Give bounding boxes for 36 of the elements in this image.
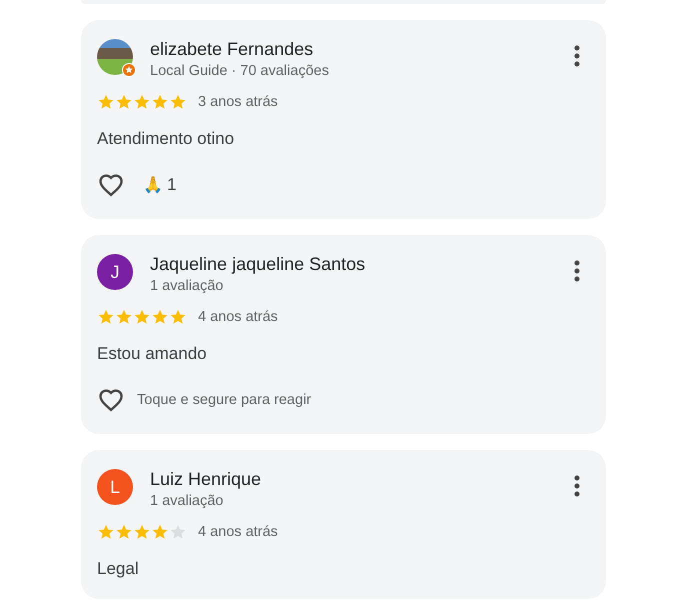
- star-icon: [169, 93, 187, 111]
- star-icon: [115, 308, 133, 326]
- review-time: 3 anos atrás: [198, 94, 278, 110]
- reviewer-meta: 1 avaliação: [150, 277, 224, 296]
- star-icon: [97, 523, 115, 541]
- reaction-count: 1: [167, 175, 176, 195]
- star-icon: [151, 93, 169, 111]
- review-text: Estou amando: [97, 344, 208, 364]
- reviewer-name[interactable]: elizabete Fernandes: [150, 37, 574, 61]
- review-time: 4 anos atrás: [198, 524, 278, 540]
- reaction-emoji: 🙏: [143, 175, 163, 195]
- star-icon: [97, 93, 115, 111]
- reaction-hint: Toque e segure para reagir: [137, 392, 312, 408]
- reviewer-name[interactable]: Luiz Henrique: [150, 467, 574, 491]
- star-icon: [115, 523, 133, 541]
- reviewer-meta: Local Guide · 70 avaliações: [150, 62, 330, 81]
- reviewer-meta: 1 avaliação: [150, 492, 224, 511]
- star-icon: [115, 93, 133, 111]
- avatar-photo-placeholder: [97, 39, 133, 75]
- star-icon: [133, 93, 151, 111]
- star-icon: [133, 523, 151, 541]
- star-icon: [133, 308, 151, 326]
- reviewer-name[interactable]: Jaqueline jaqueline Santos: [150, 252, 574, 276]
- avatar-letter: L: [97, 469, 133, 505]
- review-text: Atendimento otino: [97, 129, 236, 149]
- star-icon: [97, 308, 115, 326]
- star-icon: [169, 523, 187, 541]
- star-icon: [151, 308, 169, 326]
- star-icon: [169, 308, 187, 326]
- review-time: 4 anos atrás: [198, 309, 278, 325]
- more-options-icon[interactable]: [574, 260, 580, 282]
- avatar-letter: J: [97, 254, 133, 290]
- more-options-icon[interactable]: [574, 475, 580, 497]
- review-text: Legal: [97, 559, 140, 579]
- more-options-icon[interactable]: [574, 45, 580, 67]
- star-icon: [151, 523, 169, 541]
